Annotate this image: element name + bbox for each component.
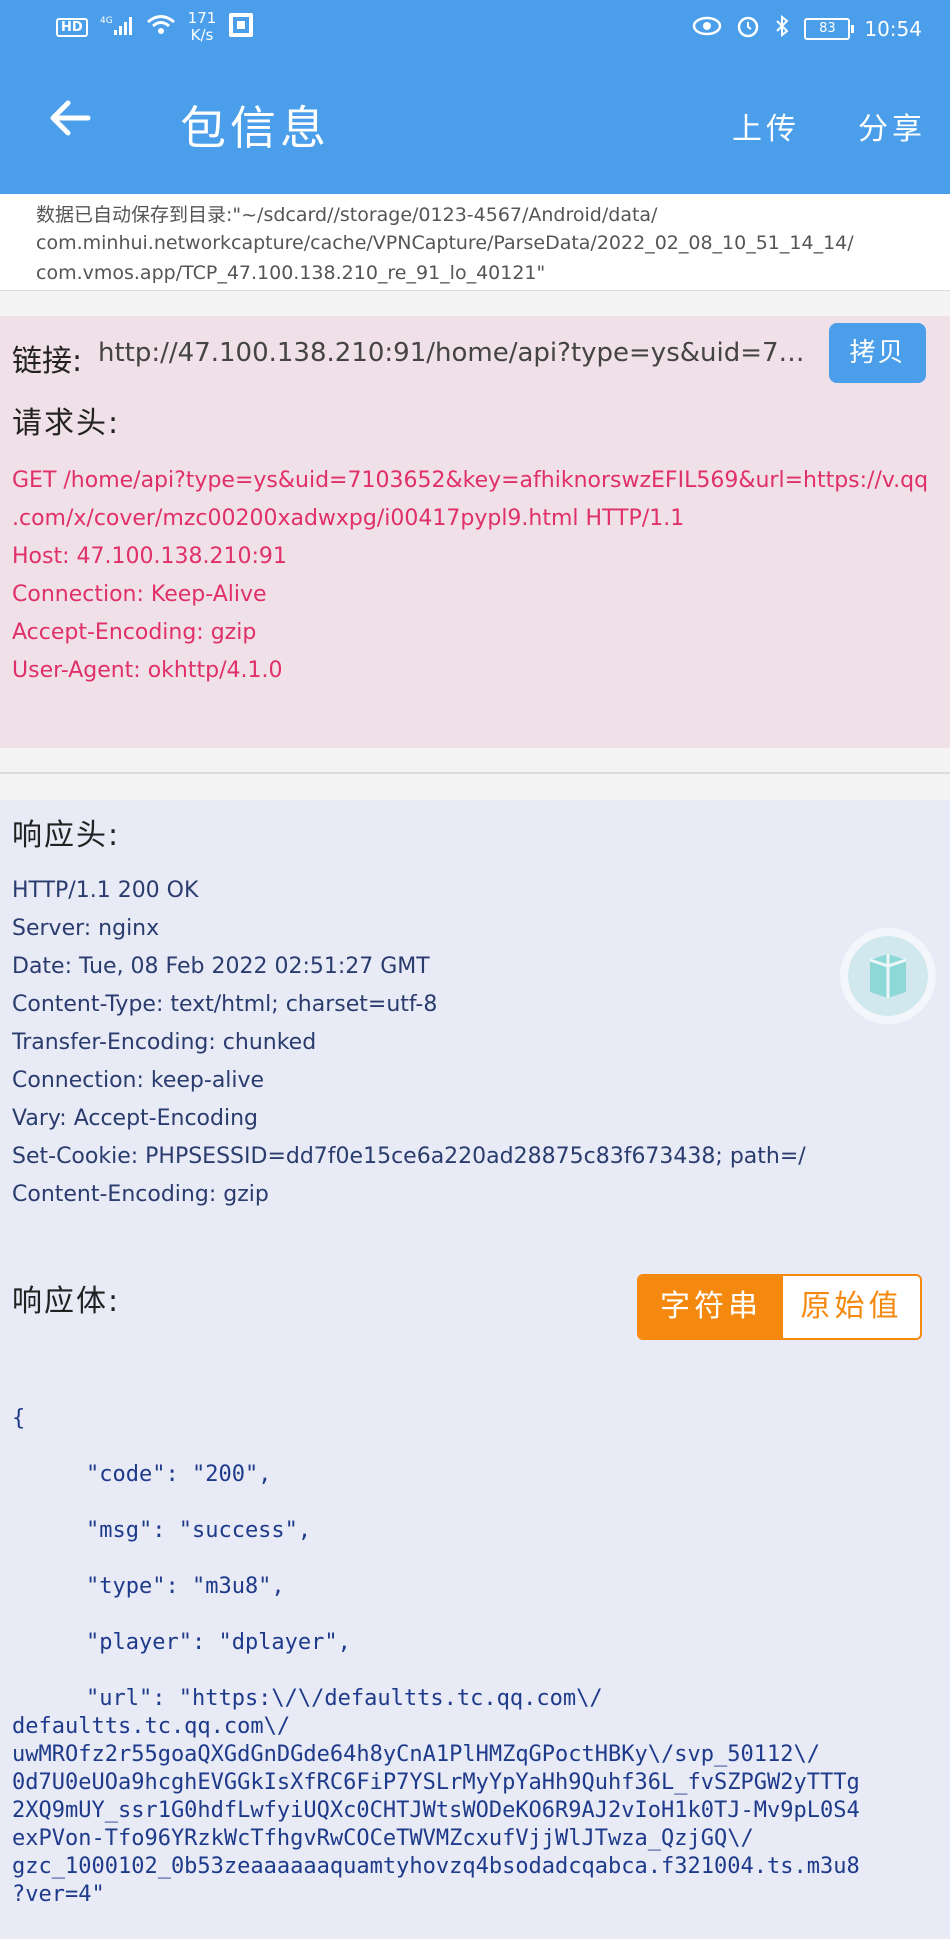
- divider: [0, 290, 950, 317]
- clock: 10:54: [864, 16, 922, 41]
- status-right: 83 10:54: [692, 14, 922, 43]
- network-type: 4G: [100, 16, 113, 26]
- divider: [0, 748, 950, 800]
- body-format-toggle: 字符串 原始值: [637, 1274, 922, 1340]
- body-line: {: [12, 1406, 26, 1431]
- response-body-label: 响应体:: [12, 1284, 121, 1319]
- body-line: defaultts.tc.qq.com\/: [12, 1714, 291, 1739]
- body-line: gzc_1000102_0b53zeaaaaaaquamtyhovzq4bsod…: [12, 1854, 860, 1879]
- app-notification-icon: [228, 12, 254, 43]
- response-headers-label: 响应头:: [12, 818, 121, 853]
- response-header-line: Transfer-Encoding: chunked: [12, 1030, 317, 1055]
- link-label: 链接:: [12, 344, 83, 379]
- request-headers-label: 请求头:: [12, 406, 121, 441]
- signal-icon: 4G: [100, 14, 134, 41]
- request-header-line: GET /home/api?type=ys&uid=7103652&key=af…: [12, 468, 929, 493]
- floating-cube-icon[interactable]: [840, 928, 936, 1024]
- body-line: "msg": "success",: [86, 1518, 312, 1543]
- body-line: exPVon-Tfo96YRzkWcTfhgvRwCOCeTWVMZcxufVj…: [12, 1826, 754, 1851]
- request-header-line: Accept-Encoding: gzip: [12, 620, 257, 645]
- body-line: uwMROfz2r55goaQXGdGnDGde64h8yCnA1PlHMZqG…: [12, 1742, 820, 1767]
- eye-icon: [692, 16, 722, 41]
- copy-button[interactable]: 拷贝: [829, 323, 926, 383]
- response-header-line: Server: nginx: [12, 916, 160, 941]
- body-line: "player": "dplayer",: [86, 1630, 351, 1655]
- response-header-line: Set-Cookie: PHPSESSID=dd7f0e15ce6a220ad2…: [12, 1144, 806, 1169]
- save-path-line: com.minhui.networkcapture/cache/VPNCaptu…: [36, 232, 854, 254]
- speed-unit: K/s: [190, 26, 214, 44]
- save-path-notice: 数据已自动保存到目录:"~/sdcard//storage/0123-4567/…: [0, 194, 950, 290]
- save-path-line: com.vmos.app/TCP_47.100.138.210_re_91_lo…: [36, 262, 546, 284]
- status-left: HD 4G 171 K/s: [56, 10, 254, 44]
- speed-value: 171: [187, 9, 217, 27]
- body-line: "type": "m3u8",: [86, 1574, 285, 1599]
- wifi-icon: [146, 14, 176, 41]
- request-header-line: User-Agent: okhttp/4.1.0: [12, 658, 283, 683]
- response-section: 响应头: HTTP/1.1 200 OK Server: nginx Date:…: [0, 800, 950, 1939]
- request-header-line: .com/x/cover/mzc00200xadwxpg/i00417pypl9…: [12, 506, 685, 531]
- request-header-line: Connection: Keep-Alive: [12, 582, 267, 607]
- body-line: ?ver=4": [12, 1882, 105, 1907]
- response-header-line: Date: Tue, 08 Feb 2022 02:51:27 GMT: [12, 954, 430, 979]
- request-header-line: Host: 47.100.138.210:91: [12, 544, 287, 569]
- response-header-line: Content-Encoding: gzip: [12, 1182, 269, 1207]
- response-header-line: Content-Type: text/html; charset=utf-8: [12, 992, 438, 1017]
- body-line: 2XQ9mUY_ssr1G0hdfLwfyiUQXc0CHTJWtsWODeKO…: [12, 1798, 860, 1823]
- string-view-button[interactable]: 字符串: [639, 1276, 783, 1338]
- raw-view-button[interactable]: 原始值: [783, 1276, 920, 1338]
- page-title: 包信息: [180, 101, 330, 155]
- share-button[interactable]: 分享: [858, 104, 926, 148]
- body-line: "url": "https:\/\/defaultts.tc.qq.com\/: [86, 1686, 603, 1711]
- save-path-line: 数据已自动保存到目录:"~/sdcard//storage/0123-4567/…: [36, 204, 658, 226]
- network-speed: 171 K/s: [188, 10, 217, 44]
- response-header-line: HTTP/1.1 200 OK: [12, 878, 199, 903]
- request-section: 链接: http://47.100.138.210:91/home/api?ty…: [0, 316, 950, 748]
- response-header-line: Connection: keep-alive: [12, 1068, 265, 1093]
- app-bar: 包信息 上传 分享: [0, 58, 950, 194]
- battery-icon: 83: [804, 17, 855, 40]
- response-header-line: Vary: Accept-Encoding: [12, 1106, 258, 1131]
- back-arrow-icon[interactable]: [46, 94, 94, 142]
- alarm-icon: [736, 14, 760, 43]
- body-line: "code": "200",: [86, 1462, 272, 1487]
- body-line: 0d7U0eUOa9hcghEVGGkIsXfRC6FiP7YSLrMyYpYa…: [12, 1770, 860, 1795]
- upload-button[interactable]: 上传: [732, 104, 800, 148]
- status-bar: HD 4G 171 K/s 83 10:54: [0, 0, 950, 58]
- link-url: http://47.100.138.210:91/home/api?type=y…: [98, 338, 816, 368]
- hd-indicator: HD: [56, 17, 88, 37]
- bluetooth-icon: [774, 14, 790, 43]
